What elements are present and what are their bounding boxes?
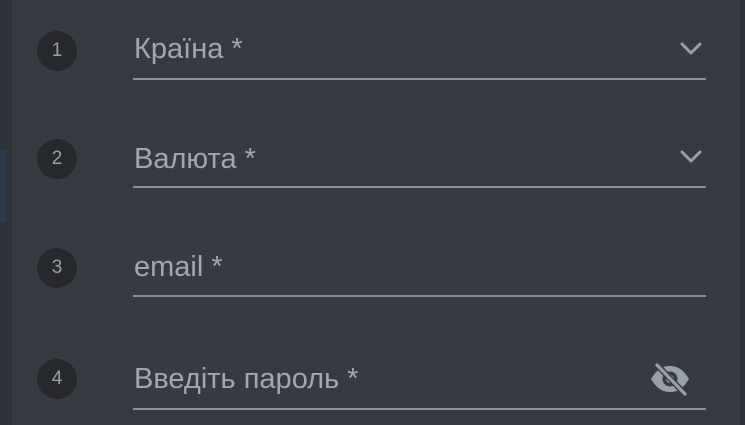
step-number-2: 2 [37, 139, 77, 179]
country-select-label: Країна * [134, 33, 243, 65]
registration-form: 1 Країна * 2 Валюта * 3 email * 4 Введіт… [0, 0, 745, 425]
country-row: 1 Країна * [0, 20, 745, 80]
password-field[interactable]: Введіть пароль * [133, 350, 706, 410]
step-number-4: 4 [37, 359, 77, 399]
chevron-down-icon[interactable] [680, 42, 702, 56]
currency-select[interactable]: Валюта * [133, 128, 706, 188]
currency-select-label: Валюта * [134, 143, 256, 175]
chevron-down-icon[interactable] [680, 150, 702, 164]
step-number-3: 3 [37, 248, 77, 288]
email-row: 3 email * [0, 237, 745, 297]
password-field-label: Введіть пароль * [134, 363, 359, 395]
country-select[interactable]: Країна * [133, 20, 706, 80]
step-number-1: 1 [37, 31, 77, 71]
email-field[interactable]: email * [133, 237, 706, 297]
currency-row: 2 Валюта * [0, 128, 745, 188]
email-field-label: email * [134, 251, 223, 283]
password-row: 4 Введіть пароль * [0, 350, 745, 410]
eye-off-icon[interactable] [648, 362, 692, 396]
